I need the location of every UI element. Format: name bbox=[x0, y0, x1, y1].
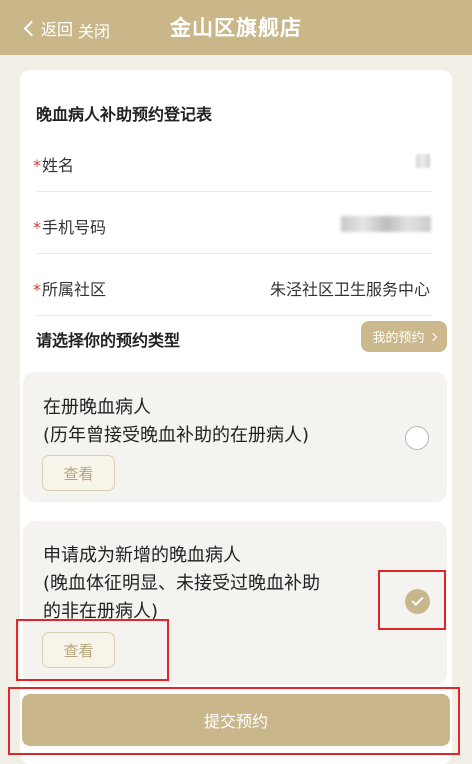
form-title: 晚血病人补助预约登记表 bbox=[36, 105, 213, 124]
divider bbox=[36, 191, 432, 192]
submit-appointment-button[interactable]: 提交预约 bbox=[22, 694, 450, 746]
check-icon bbox=[411, 593, 424, 607]
option-2-view-button[interactable]: 查看 bbox=[42, 632, 115, 668]
community-field-label: *所属社区 bbox=[33, 280, 107, 299]
name-field-label: *姓名 bbox=[33, 156, 75, 175]
masked-phone bbox=[341, 216, 431, 232]
divider bbox=[36, 315, 432, 316]
my-appointments-label: 我的预约 bbox=[372, 331, 425, 346]
divider bbox=[36, 253, 432, 254]
option-1-view-button[interactable]: 查看 bbox=[42, 455, 115, 491]
option-2-radio[interactable] bbox=[405, 589, 430, 614]
masked-name bbox=[416, 154, 430, 168]
required-mark: * bbox=[33, 218, 41, 237]
page-title: 金山区旗舰店 bbox=[170, 16, 302, 40]
required-mark: * bbox=[33, 156, 41, 175]
required-mark: * bbox=[33, 280, 41, 299]
option-2-description-line-2: 的非在册病人) bbox=[43, 601, 159, 622]
chevron-right-icon bbox=[428, 332, 437, 341]
app-screen: 返回 关闭 金山区旗舰店 晚血病人补助预约登记表 *姓名 *手机号码 *所属社区… bbox=[0, 0, 472, 764]
phone-field-label: *手机号码 bbox=[33, 218, 107, 237]
top-bar: 返回 关闭 金山区旗舰店 bbox=[0, 0, 472, 55]
community-field-value[interactable]: 朱泾社区卫生服务中心 bbox=[270, 276, 430, 300]
option-1-radio[interactable] bbox=[405, 426, 429, 450]
option-1-title: 在册晚血病人 bbox=[43, 397, 151, 418]
appointment-type-title: 请选择你的预约类型 bbox=[36, 331, 181, 350]
option-1-description: (历年曾接受晚血补助的在册病人) bbox=[43, 425, 310, 446]
my-appointments-button[interactable]: 我的预约 bbox=[361, 321, 447, 352]
option-2-description-line-1: (晚血体征明显、未接受过晚血补助 bbox=[43, 573, 321, 594]
option-2-title: 申请成为新增的晚血病人 bbox=[43, 545, 241, 566]
